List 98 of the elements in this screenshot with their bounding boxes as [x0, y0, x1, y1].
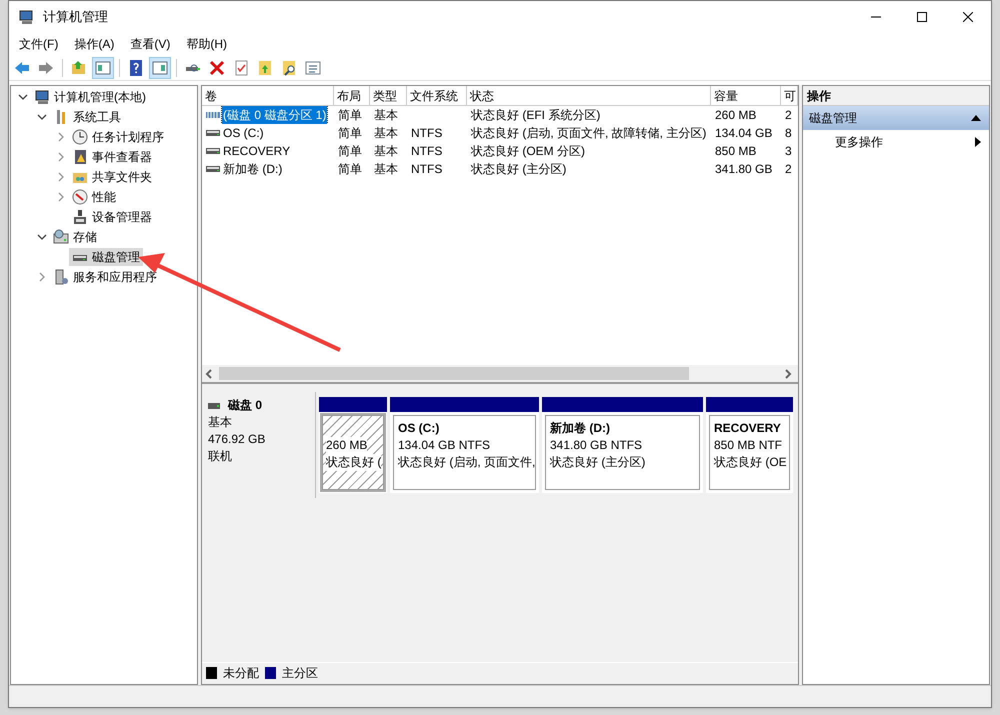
help-icon — [127, 58, 145, 76]
maximize-icon — [917, 12, 927, 22]
partition-status: 状态良好 ( — [326, 454, 382, 471]
delete-icon — [208, 58, 226, 76]
table-cell-text: NTFS — [411, 143, 442, 160]
menu-item[interactable]: 文件(F) — [11, 33, 66, 55]
drive-icon — [206, 165, 220, 173]
column-header[interactable]: 状态 — [467, 86, 711, 105]
clock-icon — [72, 129, 88, 145]
column-header[interactable]: 容量 — [711, 86, 781, 105]
toolbar-button[interactable] — [149, 56, 171, 78]
partition-block[interactable]: 260 MB 状态良好 ( — [319, 397, 387, 493]
table-cell-text: 基本 — [374, 161, 398, 178]
tree-item[interactable]: 共享文件夹 — [69, 168, 155, 186]
table-cell-text: 状态良好 (启动, 页面文件, 故障转储, 主分区) — [471, 125, 706, 142]
volume-name[interactable]: 新加卷 (D:) — [222, 160, 284, 178]
partition-header-bar — [319, 397, 387, 412]
computer-icon — [34, 89, 50, 105]
partition-block[interactable]: OS (C:) 134.04 GB NTFS 状态良好 (启动, 页面文件, — [390, 397, 539, 493]
table-cell-text: 状态良好 (EFI 系统分区) — [471, 107, 600, 124]
computer-icon — [19, 9, 35, 25]
services-icon — [53, 269, 69, 285]
volume-name[interactable]: RECOVERY — [222, 142, 292, 160]
actions-header: 操作 — [803, 86, 989, 106]
table-cell-text: 简单 — [338, 107, 362, 124]
table-cell-text: 341.80 GB — [715, 161, 772, 178]
disk-status: 联机 — [208, 448, 233, 465]
legend-label: 未分配 — [223, 664, 259, 682]
device-icon — [72, 209, 88, 225]
drive-icon — [206, 129, 220, 137]
folder-up-icon — [70, 58, 88, 76]
volume-name[interactable]: (磁盘 0 磁盘分区 1) — [222, 106, 328, 124]
partition-block[interactable]: 新加卷 (D:) 341.80 GB NTFS 状态良好 (主分区) — [542, 397, 703, 493]
disk-type: 基本 — [208, 414, 233, 431]
column-header[interactable]: 可 — [781, 86, 798, 105]
tree-item[interactable]: 磁盘管理 — [69, 248, 143, 266]
tree-item[interactable]: 设备管理器 — [69, 208, 155, 226]
table-cell-text: 基本 — [374, 107, 398, 124]
table-cell-text: 基本 — [374, 125, 398, 142]
tree-item[interactable]: 存储 — [50, 228, 100, 246]
action-item[interactable]: 更多操作 — [803, 130, 989, 154]
tree-item[interactable]: 事件查看器 — [69, 148, 155, 166]
table-cell-text: 850 MB — [715, 143, 756, 160]
table-cell-text: NTFS — [411, 161, 442, 178]
menu-item[interactable]: 帮助(H) — [178, 33, 235, 55]
table-cell-text: 基本 — [374, 143, 398, 160]
partition-title: RECOVERY — [714, 420, 782, 437]
export-icon — [256, 58, 274, 76]
gauge-icon — [72, 189, 88, 205]
actions-section[interactable]: 磁盘管理 — [803, 106, 989, 130]
partition-size: 260 MB — [326, 437, 368, 454]
table-cell-text: NTFS — [411, 125, 442, 142]
partition-status: 状态良好 (OE — [714, 454, 787, 471]
menu-item[interactable]: 查看(V) — [122, 33, 178, 55]
table-cell-text: 3 — [785, 143, 792, 160]
window-title: 计算机管理 — [43, 8, 108, 26]
list-icon — [304, 58, 322, 76]
tree-item[interactable]: 性能 — [69, 188, 119, 206]
menu-item[interactable]: 操作(A) — [66, 33, 122, 55]
partition-title: 新加卷 (D:) — [550, 420, 611, 437]
submenu-arrow-icon — [975, 137, 981, 147]
table-cell-text: 简单 — [338, 143, 362, 160]
legend-label: 主分区 — [282, 664, 318, 682]
partition-title: OS (C:) — [398, 420, 440, 437]
close-icon — [963, 12, 973, 22]
find-icon — [280, 58, 298, 76]
table-cell-text: 简单 — [338, 125, 362, 142]
storage-icon — [53, 229, 69, 245]
disk-name: 磁盘 0 — [228, 397, 262, 414]
tree-item[interactable]: 系统工具 — [50, 108, 124, 126]
partition-status: 状态良好 (主分区) — [550, 454, 646, 471]
collapse-triangle-icon[interactable] — [971, 115, 981, 121]
tree-item[interactable]: 计算机管理(本地) — [31, 88, 149, 106]
action-pane-icon — [151, 58, 169, 76]
table-cell-text: 简单 — [338, 161, 362, 178]
column-header[interactable]: 类型 — [370, 86, 407, 105]
tree-item[interactable]: 任务计划程序 — [69, 128, 167, 146]
section-label: 磁盘管理 — [809, 110, 857, 127]
disk-size: 476.92 GB — [208, 431, 266, 448]
table-cell-text: 状态良好 (OEM 分区) — [471, 143, 585, 160]
table-cell-text: 134.04 GB — [715, 125, 772, 142]
partition-block[interactable]: RECOVERY 850 MB NTF 状态良好 (OE — [706, 397, 793, 493]
partition-status: 状态良好 (启动, 页面文件, — [398, 454, 535, 471]
volume-name[interactable]: OS (C:) — [222, 124, 265, 142]
tree-item[interactable]: 服务和应用程序 — [50, 268, 160, 286]
drive-icon — [206, 147, 220, 155]
table-cell-text: 状态良好 (主分区) — [471, 161, 566, 178]
tree-pane-icon — [94, 58, 112, 76]
table-cell-text: 260 MB — [715, 107, 756, 124]
table-cell-text: 2 — [785, 161, 792, 178]
toolbar-button[interactable] — [92, 56, 114, 78]
log-icon — [72, 149, 88, 165]
column-header[interactable]: 文件系统 — [407, 86, 467, 105]
hatched-drive-icon — [206, 111, 220, 119]
column-header[interactable]: 卷 — [202, 86, 334, 105]
table-cell-text: 2 — [785, 107, 792, 124]
column-header[interactable]: 布局 — [334, 86, 370, 105]
table-cell-text: 8 — [785, 125, 792, 142]
